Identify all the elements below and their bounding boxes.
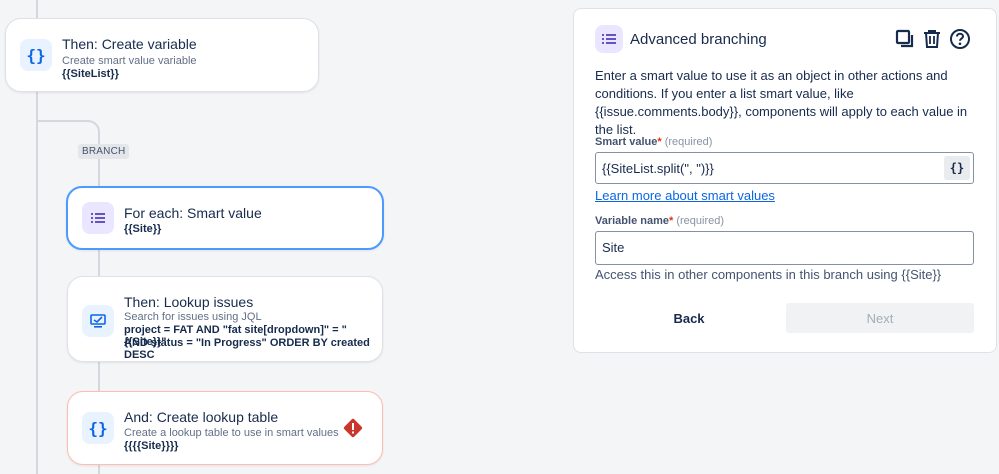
braces-icon: {} <box>82 412 114 444</box>
create-variable-card[interactable]: {} Then: Create variable Create smart va… <box>5 18 319 92</box>
required-text: (required) <box>664 136 713 148</box>
smart-value-label-text: Smart value <box>595 136 658 148</box>
required-text: (required) <box>676 215 725 227</box>
card-title: Then: Create variable <box>62 36 197 52</box>
back-button[interactable]: Back <box>595 303 783 333</box>
card-description: Create smart value variable <box>62 55 197 67</box>
create-lookup-table-card[interactable]: {} And: Create lookup table Create a loo… <box>67 391 383 465</box>
required-mark: * <box>669 215 674 227</box>
learn-more-link[interactable]: Learn more about smart values <box>595 188 775 203</box>
list-icon <box>82 202 114 234</box>
list-icon <box>595 25 623 53</box>
card-title: And: Create lookup table <box>124 409 279 425</box>
variable-name-label-text: Variable name <box>595 215 669 227</box>
smart-value-insert-button[interactable]: {} <box>944 156 970 180</box>
monitor-icon <box>82 305 114 337</box>
trash-icon[interactable] <box>920 27 944 51</box>
smart-value-label: Smart value* (required) <box>595 136 712 148</box>
card-smart-value: {{{{Site}}}} <box>124 440 179 452</box>
branch-label: BRANCH <box>78 144 130 159</box>
help-icon[interactable] <box>948 27 972 51</box>
smart-value-input[interactable]: {{SiteList.split(", ")}} {} <box>595 152 974 184</box>
smart-value-text: {{SiteList.split(", ")}} <box>602 161 714 176</box>
lookup-issues-card[interactable]: Then: Lookup issues Search for issues us… <box>67 276 383 362</box>
panel-description: Enter a smart value to use it as an obje… <box>595 68 968 137</box>
card-title: Then: Lookup issues <box>124 294 254 310</box>
variable-name-input[interactable]: Site <box>595 231 974 265</box>
next-button[interactable]: Next <box>786 303 974 333</box>
copy-icon[interactable] <box>893 27 917 51</box>
card-description: Create a lookup table to use in smart va… <box>124 427 339 439</box>
advanced-branching-panel: Advanced branching Enter a smart value t… <box>573 8 997 353</box>
required-mark: * <box>657 136 662 148</box>
panel-title: Advanced branching <box>630 31 767 48</box>
variable-name-label: Variable name* (required) <box>595 215 724 227</box>
card-description: Search for issues using JQL <box>124 311 262 323</box>
card-jql-line: AND status = "In Progress" ORDER BY crea… <box>124 337 370 361</box>
for-each-card[interactable]: For each: Smart value {{Site}} <box>66 186 384 250</box>
braces-icon: {} <box>20 39 52 71</box>
variable-help-text: Access this in other components in this … <box>595 267 942 282</box>
connector-line-main <box>36 0 38 18</box>
card-title: For each: Smart value <box>124 205 262 221</box>
card-smart-value: {{SiteList}} <box>62 68 119 80</box>
card-smart-value: {{Site}} <box>124 223 162 235</box>
variable-name-text: Site <box>602 240 625 255</box>
error-diamond-icon <box>342 417 364 439</box>
